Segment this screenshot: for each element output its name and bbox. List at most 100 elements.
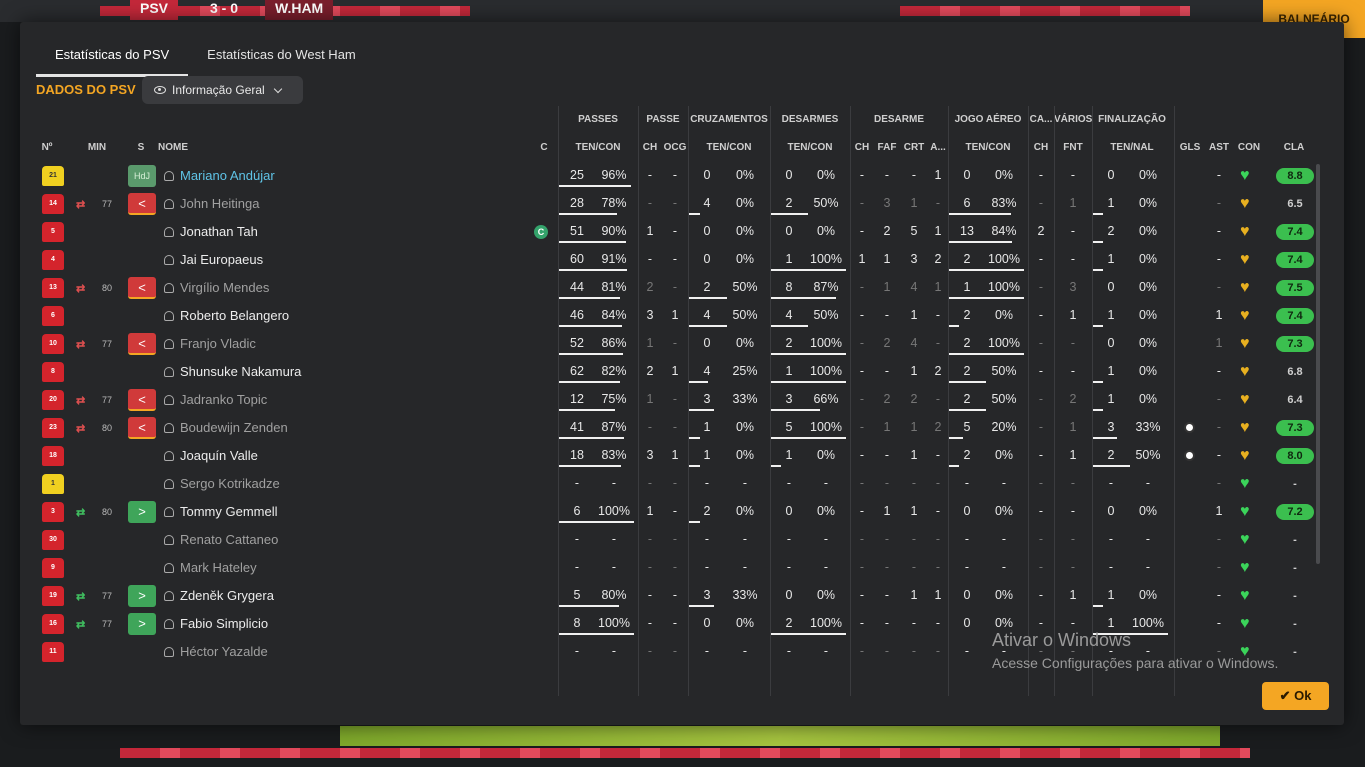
des-attempts: -	[786, 476, 792, 490]
des-faf: 1	[883, 420, 891, 434]
player-name[interactable]: Tommy Gemmell	[180, 498, 278, 526]
des-a: -	[935, 560, 941, 574]
player-name[interactable]: John Heitinga	[180, 190, 260, 218]
des-crt: 1	[910, 308, 918, 322]
col-ca-ch[interactable]: CH	[1028, 142, 1054, 153]
player-name[interactable]: Mark Hateley	[180, 554, 257, 582]
player-name[interactable]: Shunsuke Nakamura	[180, 358, 301, 386]
table-row[interactable]: 14 ⇄ 77 < John Heitinga 28 78% - -4 0% 2 50% -3 1-6 83…	[40, 190, 1320, 218]
player-name[interactable]: Virgílio Mendes	[180, 274, 269, 302]
col-gls[interactable]: GLS	[1178, 142, 1202, 153]
col-final[interactable]: TEN/NAL	[1092, 142, 1172, 153]
player-name[interactable]: Boudewijn Zenden	[180, 414, 288, 442]
cruz-bar	[688, 325, 727, 327]
condition-heart-icon: ♥	[1240, 587, 1250, 604]
col-passes[interactable]: TEN/CON	[558, 142, 638, 153]
col-passe-ocg[interactable]: OCG	[662, 142, 688, 153]
player-name[interactable]: Roberto Belangero	[180, 302, 289, 330]
des-ch: -	[859, 616, 865, 630]
minutes: 80	[102, 283, 113, 293]
passe-ch: 1	[646, 224, 654, 238]
table-row[interactable]: 3 ⇄ 80 > Tommy Gemmell 6 100% 1-2 0% 0 0% -1 1-0 0% - -…	[40, 498, 1320, 526]
cruz-pct: 25%	[732, 364, 758, 378]
ok-button[interactable]: ✔ Ok	[1262, 682, 1329, 710]
substitution-icon: ⇄	[76, 423, 86, 435]
passe-ocg: -	[672, 224, 678, 238]
table-row[interactable]: 9 Mark Hateley - - - - - - - - - - - - - - - - - - - ♥ -	[40, 554, 1320, 582]
table-row[interactable]: 30 Renato Cattaneo - - - - - - - - - - - - - - - - - - - ♥ -	[40, 526, 1320, 554]
table-row[interactable]: 8 Shunsuke Nakamura 62 82% 2 1 4 25% 1 100% - -1 2 2 5…	[40, 358, 1320, 386]
des-faf: -	[884, 616, 890, 630]
table-row[interactable]: 5 Jonathan Tah C 51 90% 1-0 0% 0 0% -2 5 1 13 84% 2-2 0…	[40, 218, 1320, 246]
col-no[interactable]: Nº	[40, 142, 54, 153]
tab-psv-stats[interactable]: Estatísticas do PSV	[36, 40, 189, 77]
col-c[interactable]: C	[538, 142, 550, 153]
player-name[interactable]: Joaquín Valle	[180, 442, 258, 470]
player-name[interactable]: Sergo Kotrikadze	[180, 470, 280, 498]
des-attempts: -	[786, 532, 792, 546]
group-desarme: DESARME	[873, 114, 924, 125]
column-divider	[638, 106, 639, 696]
col-s[interactable]: S	[134, 142, 148, 153]
col-ast[interactable]: AST	[1206, 142, 1232, 153]
col-con[interactable]: CON	[1234, 142, 1264, 153]
col-passe-ch[interactable]: CH	[638, 142, 662, 153]
col-des-faf[interactable]: FAF	[874, 142, 900, 153]
passe-ch: -	[647, 420, 653, 434]
person-icon	[164, 367, 174, 377]
des-pct: -	[823, 532, 829, 546]
player-name[interactable]: Zdeněk Grygera	[180, 582, 274, 610]
col-nome[interactable]: NOME	[158, 142, 198, 153]
player-name[interactable]: Mariano Andújar	[180, 162, 275, 190]
player-name[interactable]: Héctor Yazalde	[180, 638, 268, 666]
col-cruz[interactable]: TEN/CON	[688, 142, 770, 153]
col-des-crt[interactable]: CRT	[900, 142, 928, 153]
des-crt: 1	[910, 588, 918, 602]
cruz-bar	[688, 437, 700, 439]
des-crt: -	[911, 560, 917, 574]
fnt: 2	[1069, 392, 1077, 406]
table-row[interactable]: 18 Joaquín Valle 18 83% 3 1 1 0% 1 0% - -1-2 0% -1 2 50…	[40, 442, 1320, 470]
passe-ch: -	[647, 476, 653, 490]
des-bar	[770, 269, 846, 271]
passe-ocg: -	[672, 168, 678, 182]
player-name[interactable]: Renato Cattaneo	[180, 526, 278, 554]
fin-pct: -	[1145, 476, 1151, 490]
col-aereo[interactable]: TEN/CON	[948, 142, 1028, 153]
passe-ch: 3	[646, 308, 654, 322]
fin-bar	[1092, 465, 1130, 467]
table-row[interactable]: 23 ⇄ 80 < Boudewijn Zenden 41 87% - -1 0% 5 100% -1 1…	[40, 414, 1320, 442]
col-cla[interactable]: CLA	[1276, 142, 1312, 153]
shirt-number: 13	[42, 278, 64, 298]
table-row[interactable]: 19 ⇄ 77 > Zdeněk Grygera 5 80% - -3 33% 0 0% - -1 1 0 0%…	[40, 582, 1320, 610]
des-ch: -	[859, 532, 865, 546]
passes-bar	[558, 325, 622, 327]
view-dropdown[interactable]: Informação Geral	[142, 76, 303, 104]
player-name[interactable]: Jonathan Tah	[180, 218, 258, 246]
table-row[interactable]: 10 ⇄ 77 < Franjo Vladic 52 86% 1-0 0% 2 100% -2 4-2 1…	[40, 330, 1320, 358]
player-name[interactable]: Franjo Vladic	[180, 330, 256, 358]
table-row[interactable]: 13 ⇄ 80 < Virgílio Mendes 44 81% 2-2 50% 8 87% -1 4 1…	[40, 274, 1320, 302]
passes-pct: -	[611, 560, 617, 574]
table-row[interactable]: 20 ⇄ 77 < Jadranko Topic 12 75% 1-3 33% 3 66% -2 2-2…	[40, 386, 1320, 414]
passe-ch: 1	[646, 336, 654, 350]
col-fnt[interactable]: FNT	[1054, 142, 1092, 153]
col-desarmes[interactable]: TEN/CON	[770, 142, 850, 153]
tab-westham-stats[interactable]: Estatísticas do West Ham	[188, 40, 375, 77]
scrollbar[interactable]	[1316, 164, 1320, 564]
table-row[interactable]: 1 Sergo Kotrikadze - - - - - - - - - - - - - - - - - - - ♥ -	[40, 470, 1320, 498]
player-name[interactable]: Jai Europaeus	[180, 246, 263, 274]
col-des-ch[interactable]: CH	[850, 142, 874, 153]
table-row[interactable]: 6 Roberto Belangero 46 84% 3 1 4 50% 4 50% - -1-2 0%…	[40, 302, 1320, 330]
eye-icon	[154, 86, 166, 94]
player-name[interactable]: Fabio Simplicio	[180, 610, 268, 638]
col-des-a[interactable]: A...	[928, 142, 948, 153]
table-row[interactable]: 21 HdJ Mariano Andújar 25 96% - -0 0% 0 0% - - -1 0 0%…	[40, 162, 1320, 190]
col-min[interactable]: MIN	[86, 142, 108, 153]
player-name[interactable]: Jadranko Topic	[180, 386, 267, 414]
des-crt: 1	[910, 420, 918, 434]
table-row[interactable]: 4 Jai Europaeus 60 91% - -0 0% 1 100% 1 1 3 2 2 100% - -…	[40, 246, 1320, 274]
des-attempts: 0	[785, 168, 793, 182]
passe-ocg: -	[672, 392, 678, 406]
fin-bar	[1092, 437, 1117, 439]
